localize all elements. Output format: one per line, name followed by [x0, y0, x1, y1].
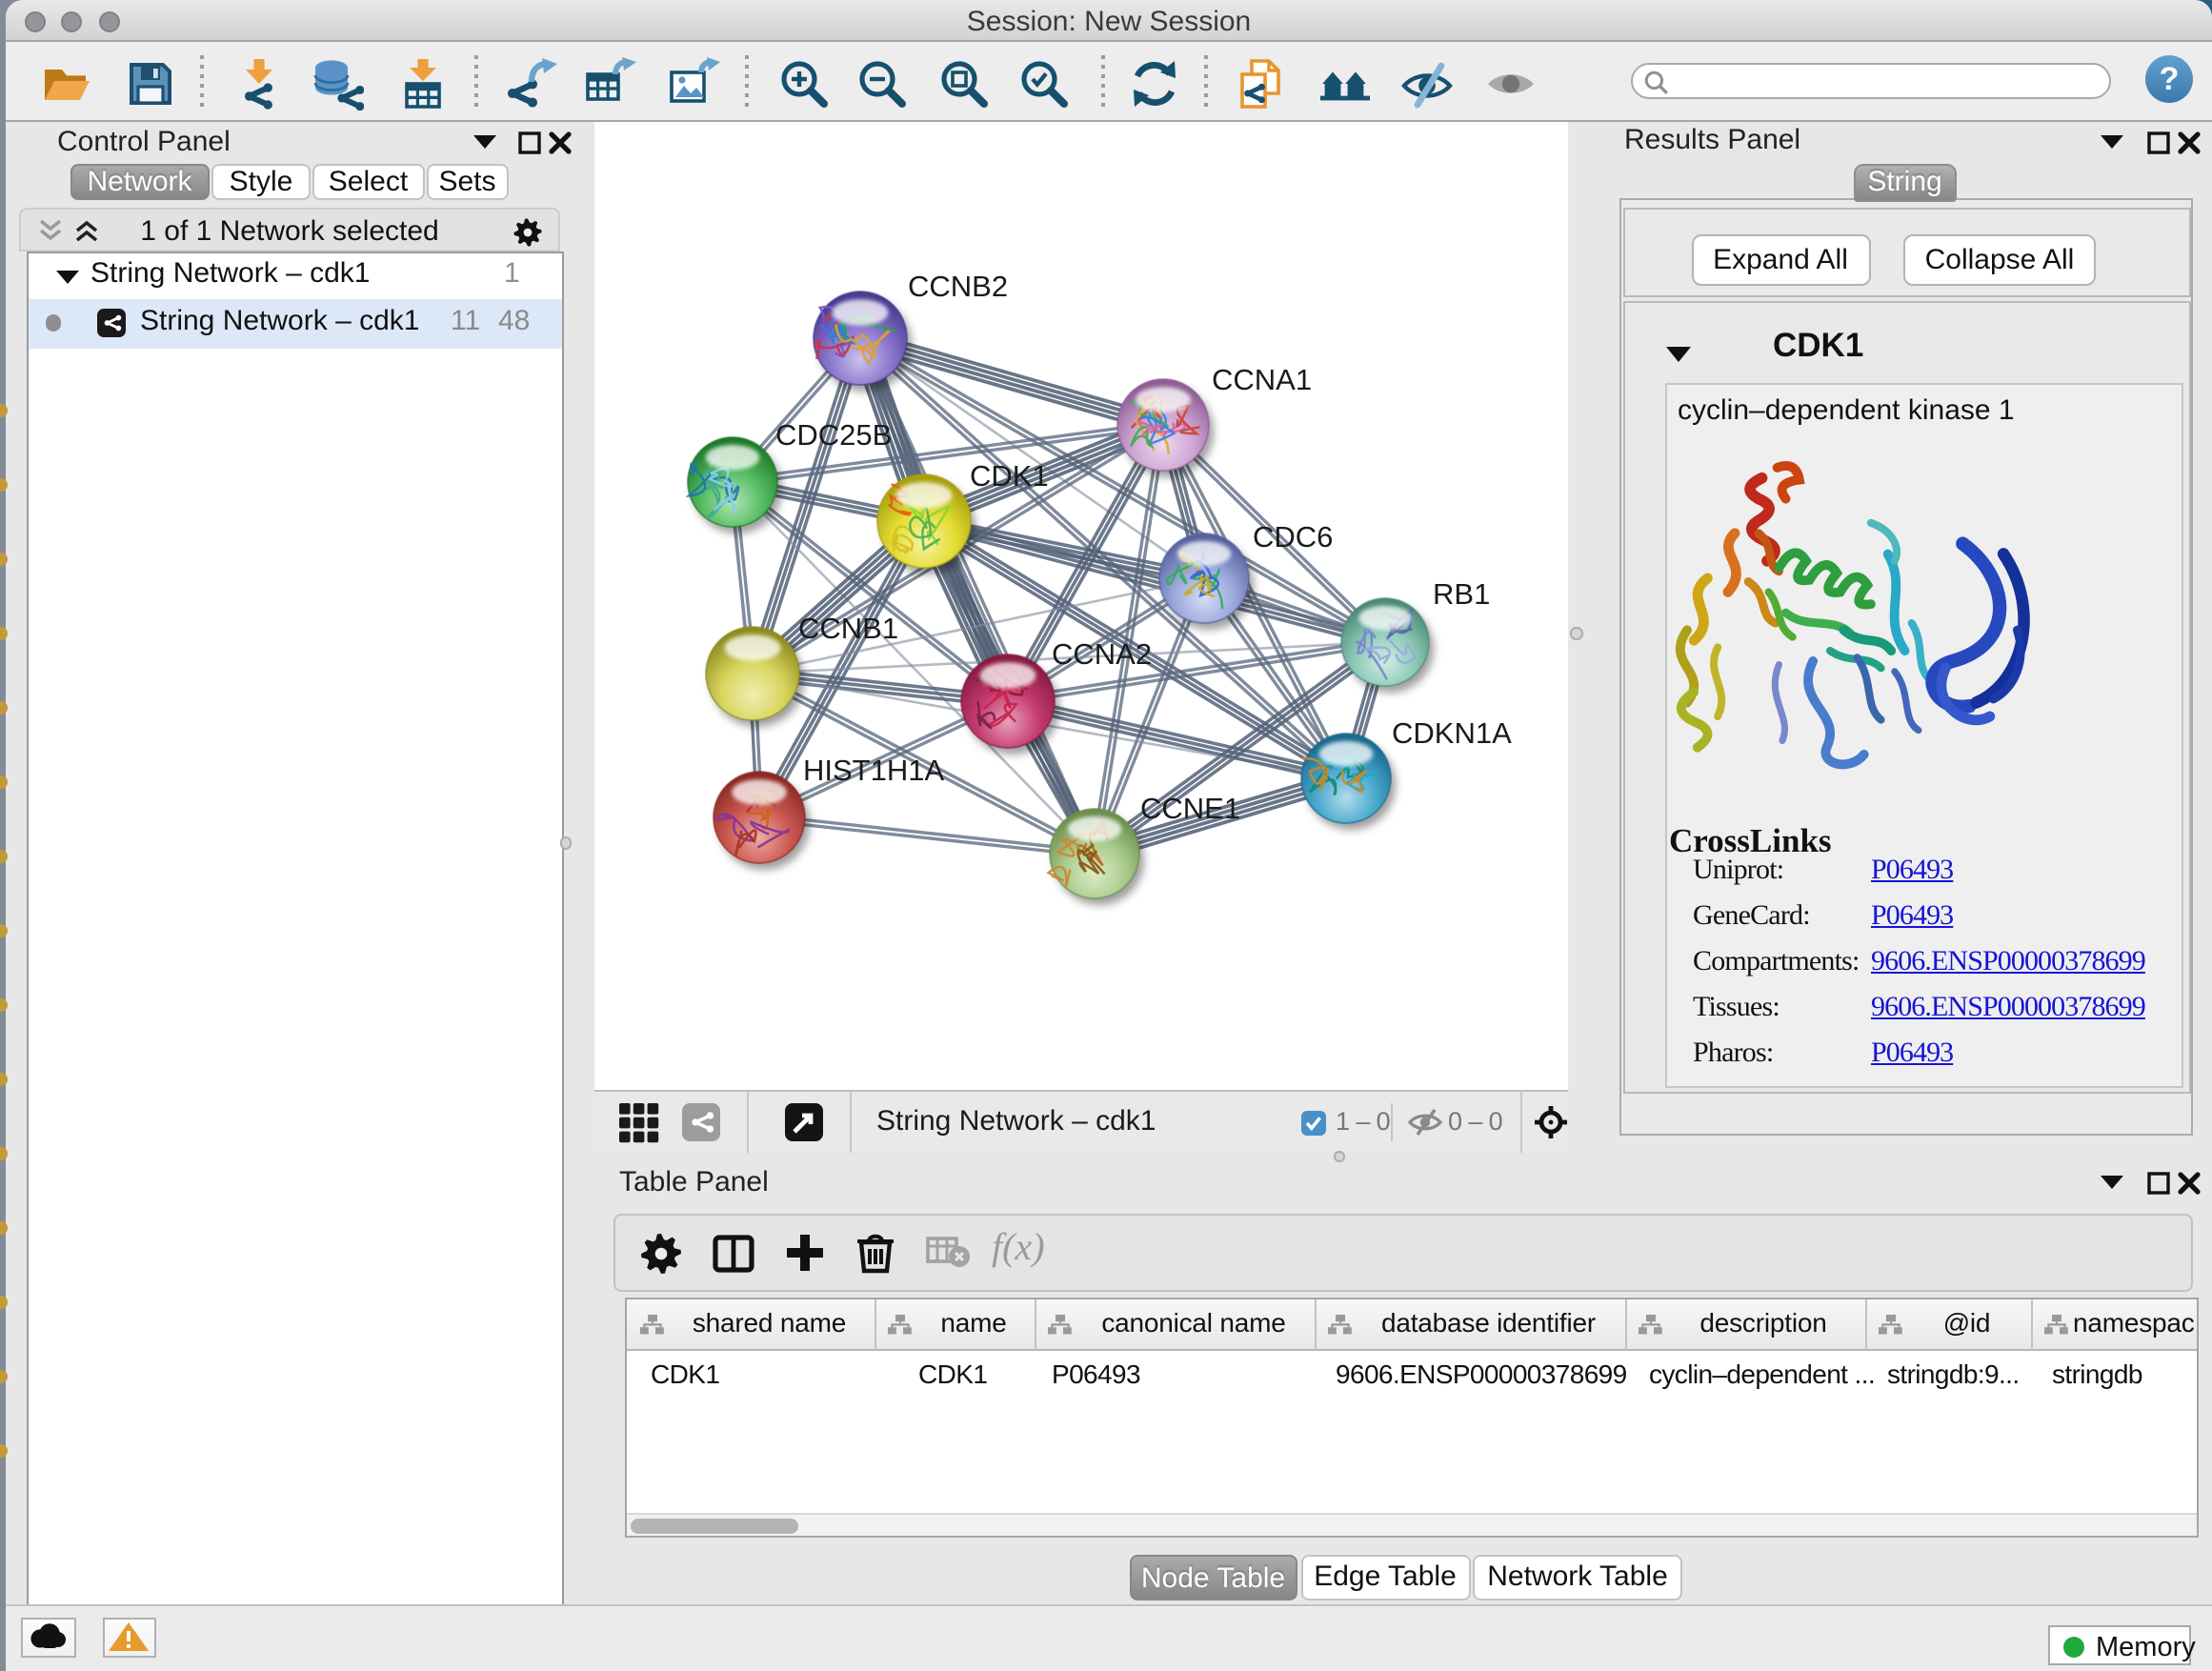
svg-text:RB1: RB1	[1433, 577, 1490, 611]
svg-text:CDC6: CDC6	[1253, 520, 1333, 554]
svg-text:CCNE1: CCNE1	[1140, 792, 1240, 825]
svg-text:CCNA1: CCNA1	[1212, 363, 1312, 396]
svg-text:CCNA2: CCNA2	[1052, 637, 1152, 671]
svg-text:CDKN1A: CDKN1A	[1392, 716, 1512, 750]
svg-text:HIST1H1A: HIST1H1A	[803, 754, 944, 787]
svg-text:CDK1: CDK1	[970, 459, 1049, 493]
svg-text:CCNB2: CCNB2	[908, 270, 1008, 303]
svg-text:CCNB1: CCNB1	[798, 612, 898, 645]
svg-text:CDC25B: CDC25B	[775, 418, 892, 452]
